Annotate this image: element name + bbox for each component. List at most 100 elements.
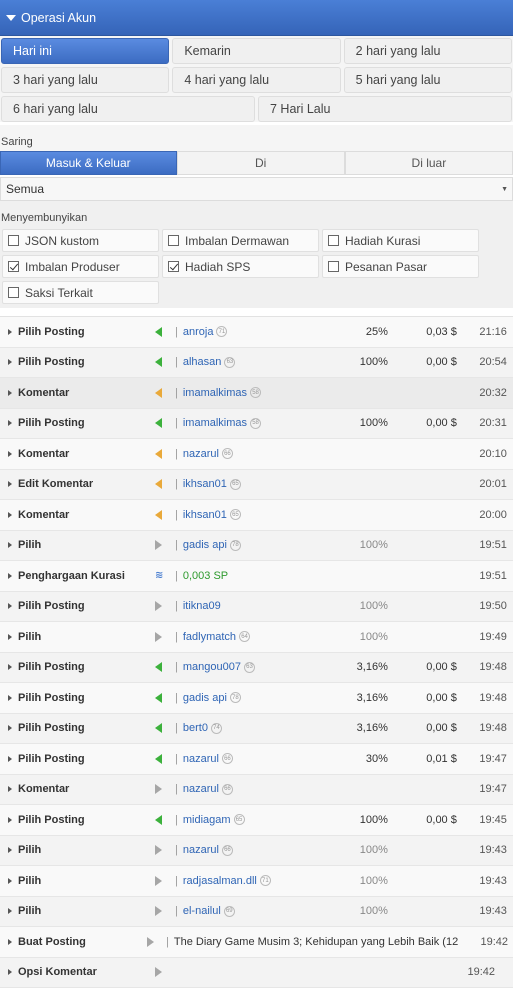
operation-time: 19:47 (479, 783, 507, 796)
operation-row[interactable]: Pilih Posting | nazarul 66 30% 0,01 $ 19:47 (0, 744, 513, 775)
outgoing-grey-icon (155, 967, 162, 978)
operation-type: Pilih Posting (18, 813, 85, 826)
operation-row[interactable]: Pilih | el-nailul 69 100% 19:43 (0, 896, 513, 927)
hide-checkbox[interactable]: Pesanan Pasar (322, 255, 479, 278)
account-link[interactable]: nazarul 66 (183, 448, 338, 460)
operation-row[interactable]: Opsi Komentar 19:42 (0, 957, 513, 988)
operation-row[interactable]: Pilih Posting | bert0 74 3,16% 0,00 $ 19:48 (0, 713, 513, 744)
reputation-badge: 71 (216, 326, 228, 338)
hide-checkbox[interactable]: Saksi Terkait (2, 281, 159, 304)
account-link[interactable]: nazarul 66 (183, 783, 338, 795)
account-link[interactable]: nazarul 66 (183, 844, 338, 856)
operation-row[interactable]: Pilih Posting | alhasan 63 100% 0,00 $ 20:54 (0, 347, 513, 378)
operation-row[interactable]: Pilih Posting | anroja 71 25% 0,03 $ 21:16 (0, 317, 513, 348)
account-link[interactable]: el-nailul 69 (183, 905, 338, 917)
operation-row[interactable]: Pilih | gadis api 78 100% 19:51 (0, 530, 513, 561)
day-button-yesterday[interactable]: Kemarin (172, 38, 341, 64)
post-title[interactable]: The Diary Game Musim 3; Kehidupan yang L… (174, 936, 461, 948)
operation-row[interactable]: Komentar | nazarul 66 19:47 (0, 774, 513, 805)
hide-checkbox[interactable]: Imbalan Produser (2, 255, 159, 278)
operation-time: 19:42 (467, 966, 495, 979)
operation-time: 19:50 (479, 600, 507, 613)
filter-tabs: Masuk & Keluar Di Di luar (0, 151, 513, 175)
operation-row[interactable]: Pilih Posting | midiagam 65 100% 0,00 $ 19:45 (0, 805, 513, 836)
operation-row[interactable]: Edit Komentar | ikhsan01 65 20:01 (0, 469, 513, 500)
direction-icon (146, 936, 162, 947)
operation-type: Komentar (18, 386, 70, 399)
incoming-green-icon (155, 753, 162, 764)
tab-in[interactable]: Di (176, 151, 345, 175)
hide-checkbox[interactable]: Hadiah Kurasi (322, 229, 479, 252)
reputation-badge: 66 (221, 783, 233, 795)
tab-out[interactable]: Di luar (344, 151, 513, 175)
separator: | (175, 478, 178, 491)
day-button-2-days-ago[interactable]: 2 hari yang lalu (343, 38, 512, 64)
account-link[interactable]: mangou007 63 (183, 661, 338, 673)
expand-caret-icon (8, 816, 12, 823)
account-link[interactable]: anroja 71 (183, 326, 338, 338)
operation-row[interactable]: Komentar | ikhsan01 65 20:00 (0, 500, 513, 531)
expand-caret-icon (8, 938, 12, 945)
separator: | (166, 935, 169, 948)
operation-row[interactable]: Pilih Posting | gadis api 78 3,16% 0,00 $ 19:4… (0, 683, 513, 714)
account-operations-header[interactable]: Operasi Akun (0, 0, 513, 36)
operation-type-select[interactable]: Semua ▼ (0, 177, 513, 201)
account-link[interactable]: gadis api 78 (183, 692, 338, 704)
operation-row[interactable]: Komentar | nazarul 66 20:10 (0, 439, 513, 470)
day-button-6-days-ago[interactable]: 6 hari yang lalu (1, 96, 255, 122)
operation-row[interactable]: Komentar | imamalkimas 58 20:32 (0, 378, 513, 409)
account-link[interactable]: imamalkimas 58 (183, 387, 338, 399)
operation-type: Penghargaan Kurasi (18, 569, 125, 582)
hide-checkbox[interactable]: Imbalan Dermawan (162, 229, 319, 252)
day-button-3-days-ago[interactable]: 3 hari yang lalu (1, 67, 170, 93)
checkbox-label: Hadiah SPS (185, 259, 251, 274)
direction-icon (155, 479, 171, 490)
account-link[interactable]: fadlymatch 64 (183, 631, 338, 643)
incoming-green-icon (155, 326, 162, 337)
account-link[interactable]: imamalkimas 58 (183, 417, 338, 429)
direction-icon (155, 784, 171, 795)
operation-row[interactable]: Penghargaan Kurasi ≋ | 0,003 SP 19:51 (0, 561, 513, 592)
account-link[interactable]: radjasalman.dll 71 (183, 875, 338, 887)
separator: | (175, 539, 178, 552)
operation-row[interactable]: Pilih Posting | itikna09 100% 19:50 (0, 591, 513, 622)
reputation-badge: 66 (221, 844, 233, 856)
operation-row[interactable]: Pilih | nazarul 66 100% 19:43 (0, 835, 513, 866)
day-button-4-days-ago[interactable]: 4 hari yang lalu (172, 67, 341, 93)
checkbox-label: Saksi Terkait (25, 285, 93, 300)
account-name: el-nailul (182, 905, 221, 918)
account-link[interactable]: 0,003 SP (183, 570, 338, 582)
day-button-today[interactable]: Hari ini (1, 38, 170, 64)
operation-type: Edit Komentar (18, 478, 94, 491)
vote-percent: 30% (365, 752, 388, 765)
incoming-orange-icon (155, 479, 162, 490)
account-link[interactable]: gadis api 78 (183, 539, 338, 551)
hide-checkbox[interactable]: JSON kustom (2, 229, 159, 252)
tab-in-and-out[interactable]: Masuk & Keluar (0, 151, 177, 175)
account-link[interactable]: bert0 74 (183, 722, 338, 734)
hide-options-grid: JSON kustom Imbalan Dermawan Hadiah Kurasi… (0, 229, 513, 304)
direction-icon (155, 418, 171, 429)
direction-icon (155, 875, 171, 886)
day-button-7-days-ago[interactable]: 7 Hari Lalu (258, 96, 512, 122)
vote-value: 0,03 $ (426, 325, 457, 338)
account-link[interactable]: ikhsan01 65 (183, 478, 338, 490)
operation-row[interactable]: Pilih | fadlymatch 64 100% 19:49 (0, 622, 513, 653)
operation-row[interactable]: Pilih Posting | imamalkimas 58 100% 0,00 $ 20:… (0, 408, 513, 439)
direction-icon (155, 753, 171, 764)
operation-row[interactable]: Pilih Posting | mangou007 63 3,16% 0,00 $ 19:4… (0, 652, 513, 683)
account-link[interactable]: alhasan 63 (183, 356, 338, 368)
account-name: The Diary Game Musim 3; Kehidupan yang L… (173, 935, 461, 948)
account-link[interactable]: midiagam 65 (183, 814, 338, 826)
account-link[interactable]: ikhsan01 65 (183, 509, 338, 521)
operation-row[interactable]: Buat Posting | The Diary Game Musim 3; Keh… (0, 927, 513, 958)
reputation-badge: 65 (229, 478, 241, 490)
account-name: nazarul (182, 447, 219, 460)
account-link[interactable]: nazarul 66 (183, 753, 338, 765)
hide-checkbox[interactable]: Hadiah SPS (162, 255, 319, 278)
incoming-green-icon (155, 692, 162, 703)
account-link[interactable]: itikna09 (183, 600, 338, 612)
operation-row[interactable]: Pilih | radjasalman.dll 71 100% 19:43 (0, 866, 513, 897)
day-button-5-days-ago[interactable]: 5 hari yang lalu (343, 67, 512, 93)
direction-icon (155, 357, 171, 368)
